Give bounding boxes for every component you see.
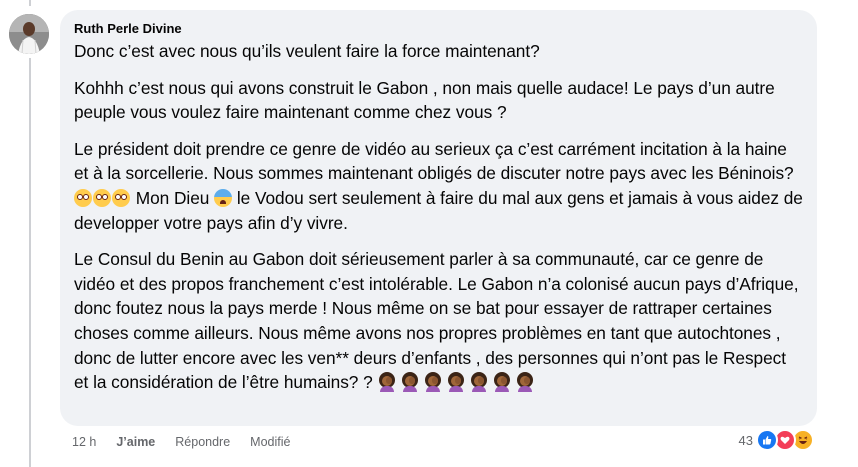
woman-facepalming-icon [446,372,466,393]
woman-facepalming-icon [492,372,512,393]
comment-bubble: Ruth Perle Divine Donc c’est avec nous q… [60,10,817,426]
flushed-face-icon [112,188,130,207]
like-button[interactable]: J’aime [116,434,155,450]
woman-facepalming-icon [469,372,489,393]
paragraph-text: Le Consul du Benin au Gabon doit sérieus… [74,249,799,393]
flushed-face-icon [74,188,92,207]
author-name[interactable]: Ruth Perle Divine [74,20,805,38]
edited-label[interactable]: Modifié [250,434,290,450]
comment-paragraph: Le président doit prendre ce genre de vi… [74,137,805,235]
comment-actions: 12 h J’aime Répondre Modifié [72,434,310,450]
thread-line-top [29,0,31,6]
reply-button[interactable]: Répondre [175,434,230,450]
woman-facepalming-icon [515,372,535,393]
comment-paragraph: Donc c’est avec nous qu’ils veulent fair… [74,41,540,61]
avatar-photo [9,14,49,54]
woman-facepalming-icon [423,372,443,393]
comment-paragraph: Kohhh c’est nous qui avons construit le … [74,77,775,123]
woman-facepalming-icon [377,372,397,393]
paragraph-text: Mon Dieu [135,187,210,208]
thread-line [29,58,31,467]
fearful-face-icon [214,188,233,207]
avatar[interactable] [9,14,49,54]
comment-timestamp[interactable]: 12 h [72,434,96,450]
woman-facepalming-icon [400,372,420,393]
reaction-count: 43 [738,432,753,448]
flushed-face-icon [93,188,111,207]
reactions-summary[interactable]: 43 [739,429,814,451]
comment-paragraph: Le Consul du Benin au Gabon doit sérieus… [74,247,805,395]
paragraph-text: Le président doit prendre ce genre de vi… [74,138,794,184]
like-icon [756,429,778,451]
